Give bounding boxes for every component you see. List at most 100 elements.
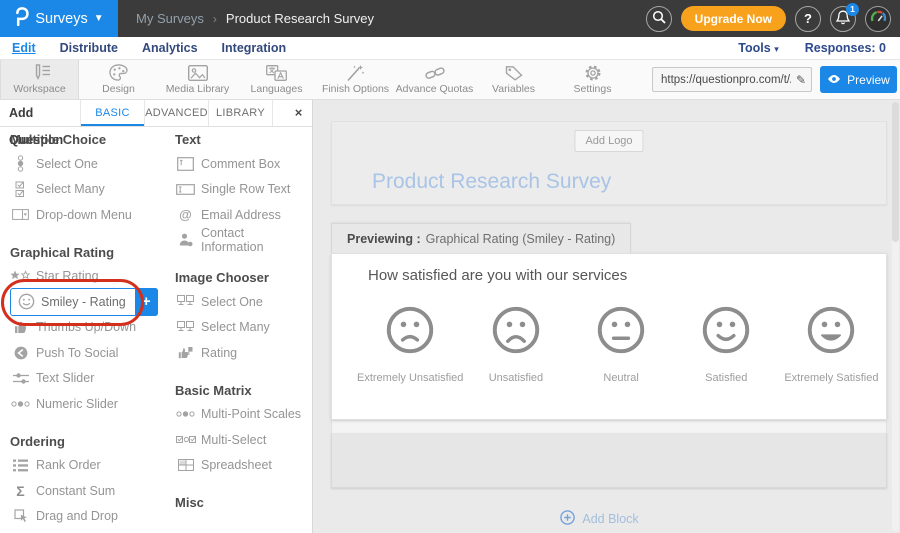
question-text[interactable]: How satisfied are you with our services xyxy=(368,267,627,284)
select-many-icon xyxy=(10,181,31,198)
sigma-icon: Σ xyxy=(10,484,31,498)
breadcrumb: My Surveys › Product Research Survey xyxy=(136,11,374,26)
topnav-actions: Upgrade Now ? 1 xyxy=(646,6,900,32)
question-column-right: Text Comment Box Single Row Text @ Email… xyxy=(175,132,303,533)
smiley-option-extremely-satisfied[interactable]: Extremely Satisfied xyxy=(779,304,884,384)
tab-basic[interactable]: BASIC xyxy=(81,100,145,126)
question-preview-card[interactable]: How satisfied are you with our services … xyxy=(331,253,887,420)
comment-box-icon xyxy=(175,157,196,171)
previewing-label: Previewing : xyxy=(347,232,421,246)
sidebar-item-contact-information[interactable]: Contact Information xyxy=(175,228,303,254)
nav-tab-analytics[interactable]: Analytics xyxy=(142,41,198,55)
smiley-face-icon xyxy=(490,304,542,361)
upgrade-now-button[interactable]: Upgrade Now xyxy=(681,6,786,31)
sidebar-item-comment-box[interactable]: Comment Box xyxy=(175,151,303,177)
add-question-plus-button[interactable]: + xyxy=(135,288,158,316)
breadcrumb-separator: › xyxy=(213,12,217,26)
sidebar-item-select-one[interactable]: Select One xyxy=(10,151,175,177)
add-logo-button[interactable]: Add Logo xyxy=(574,130,643,152)
nav-tab-integration[interactable]: Integration xyxy=(222,41,287,55)
smiley-option-satisfied[interactable]: Satisfied xyxy=(674,304,779,384)
group-graphical-rating: Graphical Rating Star Rating Smiley - Ra… xyxy=(10,245,175,417)
top-navbar: Surveys ▼ My Surveys › Product Research … xyxy=(0,0,900,37)
sidebar-item-thumbs-up-down[interactable]: Thumbs Up/Down xyxy=(10,315,175,341)
group-image-chooser: Image Chooser Select One Select Many Rat… xyxy=(175,270,303,366)
nav-tab-edit[interactable]: Edit xyxy=(12,41,36,55)
toolbar-variables[interactable]: Variables xyxy=(474,60,553,99)
survey-title[interactable]: Product Research Survey xyxy=(372,170,611,194)
close-panel-button[interactable]: × xyxy=(285,100,312,126)
preview-button[interactable]: Preview xyxy=(820,66,897,93)
sidebar-item-numeric-slider[interactable]: Numeric Slider xyxy=(10,391,175,417)
question-column-left: Multiple Choice Select One Select Many D… xyxy=(10,132,175,533)
sidebar-item-multi-point-scales[interactable]: Multi-Point Scales xyxy=(175,402,303,428)
toolbar-settings[interactable]: Settings xyxy=(553,60,632,99)
avatar[interactable] xyxy=(865,6,891,32)
sidebar-item-star-rating[interactable]: Star Rating xyxy=(10,264,175,290)
toolbar-workspace[interactable]: Workspace xyxy=(0,60,79,99)
dropdown-menu-icon xyxy=(10,208,31,221)
add-block-button[interactable]: Add Block xyxy=(313,510,886,528)
group-ordering: Ordering Rank Order Σ Constant Sum Drag … xyxy=(10,434,175,530)
text-slider-icon xyxy=(10,372,31,385)
multi-select-icon xyxy=(175,435,196,445)
sidebar-item-spreadsheet[interactable]: Spreadsheet xyxy=(175,453,303,479)
responses-count: Responses: 0 xyxy=(805,41,886,55)
smiley-option-unsatisfied[interactable]: Unsatisfied xyxy=(463,304,568,384)
sidebar-item-email-address[interactable]: @ Email Address xyxy=(175,202,303,228)
help-button[interactable]: ? xyxy=(795,6,821,32)
breadcrumb-my-surveys[interactable]: My Surveys xyxy=(136,11,204,26)
eye-icon xyxy=(827,73,841,87)
group-basic-matrix: Basic Matrix Multi-Point Scales Multi-Se… xyxy=(175,383,303,479)
scrollbar-thumb[interactable] xyxy=(892,102,899,242)
tools-menu[interactable]: Tools ▾ xyxy=(738,41,778,55)
group-heading: Graphical Rating xyxy=(10,245,175,260)
tab-library[interactable]: LIBRARY xyxy=(209,100,273,126)
multi-point-scales-icon xyxy=(175,409,196,419)
survey-url-field[interactable]: https://questionpro.com/t/A ✎ xyxy=(652,67,812,92)
thumbs-icon xyxy=(10,320,31,334)
toolbar-finish-options[interactable]: Finish Options xyxy=(316,60,395,99)
sidebar-item-smiley-rating[interactable]: Smiley - Rating + xyxy=(10,289,175,315)
gauge-avatar-icon xyxy=(870,9,887,29)
sidebar-item-select-one[interactable]: Select One xyxy=(175,289,303,315)
image-select-one-icon xyxy=(175,295,196,308)
sidebar-item-multi-select[interactable]: Multi-Select xyxy=(175,427,303,453)
toolbar-advance-quotas[interactable]: Advance Quotas xyxy=(395,60,474,99)
sidebar-item-single-row-text[interactable]: Single Row Text xyxy=(175,177,303,203)
sidebar-item-rating[interactable]: Rating xyxy=(175,340,303,366)
sidebar-item-text-slider[interactable]: Text Slider xyxy=(10,366,175,392)
toolbar-design[interactable]: Design xyxy=(79,60,158,99)
rank-order-icon xyxy=(10,459,31,472)
sidebar-item-select-many[interactable]: Select Many xyxy=(10,177,175,203)
previewing-value: Graphical Rating (Smiley - Rating) xyxy=(426,232,616,246)
search-button[interactable] xyxy=(646,6,672,32)
tab-advanced[interactable]: ADVANCED xyxy=(145,100,209,126)
sidebar-item-drop-down-menu[interactable]: Drop-down Menu xyxy=(10,202,175,228)
scrollbar[interactable] xyxy=(892,102,899,531)
drag-drop-icon xyxy=(10,509,31,523)
numeric-slider-icon xyxy=(10,399,31,409)
product-switcher[interactable]: Surveys ▼ xyxy=(0,0,118,37)
toolbar-languages[interactable]: Languages xyxy=(237,60,316,99)
group-text: Text Comment Box Single Row Text @ Email… xyxy=(175,132,303,253)
survey-nav-right: Tools ▾ Responses: 0 xyxy=(738,41,886,55)
sidebar-item-constant-sum[interactable]: Σ Constant Sum xyxy=(10,478,175,504)
toolbar-media-library[interactable]: Media Library xyxy=(158,60,237,99)
sidebar-item-rank-order[interactable]: Rank Order xyxy=(10,453,175,479)
sidebar-item-select-many[interactable]: Select Many xyxy=(175,315,303,341)
question-mark-icon: ? xyxy=(804,11,812,26)
sidebar-item-push-to-social[interactable]: Push To Social xyxy=(10,340,175,366)
smiley-option-extremely-unsatisfied[interactable]: Extremely Unsatisfied xyxy=(357,304,463,384)
notifications-button[interactable]: 1 xyxy=(830,6,856,32)
sidebar-item-drag-and-drop[interactable]: Drag and Drop xyxy=(10,504,175,530)
group-heading: Misc xyxy=(175,495,303,510)
survey-canvas: Add Logo Product Research Survey Preview… xyxy=(313,100,900,533)
spreadsheet-icon xyxy=(175,459,196,471)
circle-plus-icon xyxy=(560,510,575,528)
nav-tab-distribute[interactable]: Distribute xyxy=(60,41,118,55)
group-multiple-choice: Multiple Choice Select One Select Many D… xyxy=(10,132,175,228)
toolbar-right: https://questionpro.com/t/A ✎ Preview xyxy=(652,60,900,99)
edit-url-icon[interactable]: ✎ xyxy=(791,73,806,87)
smiley-option-neutral[interactable]: Neutral xyxy=(569,304,674,384)
